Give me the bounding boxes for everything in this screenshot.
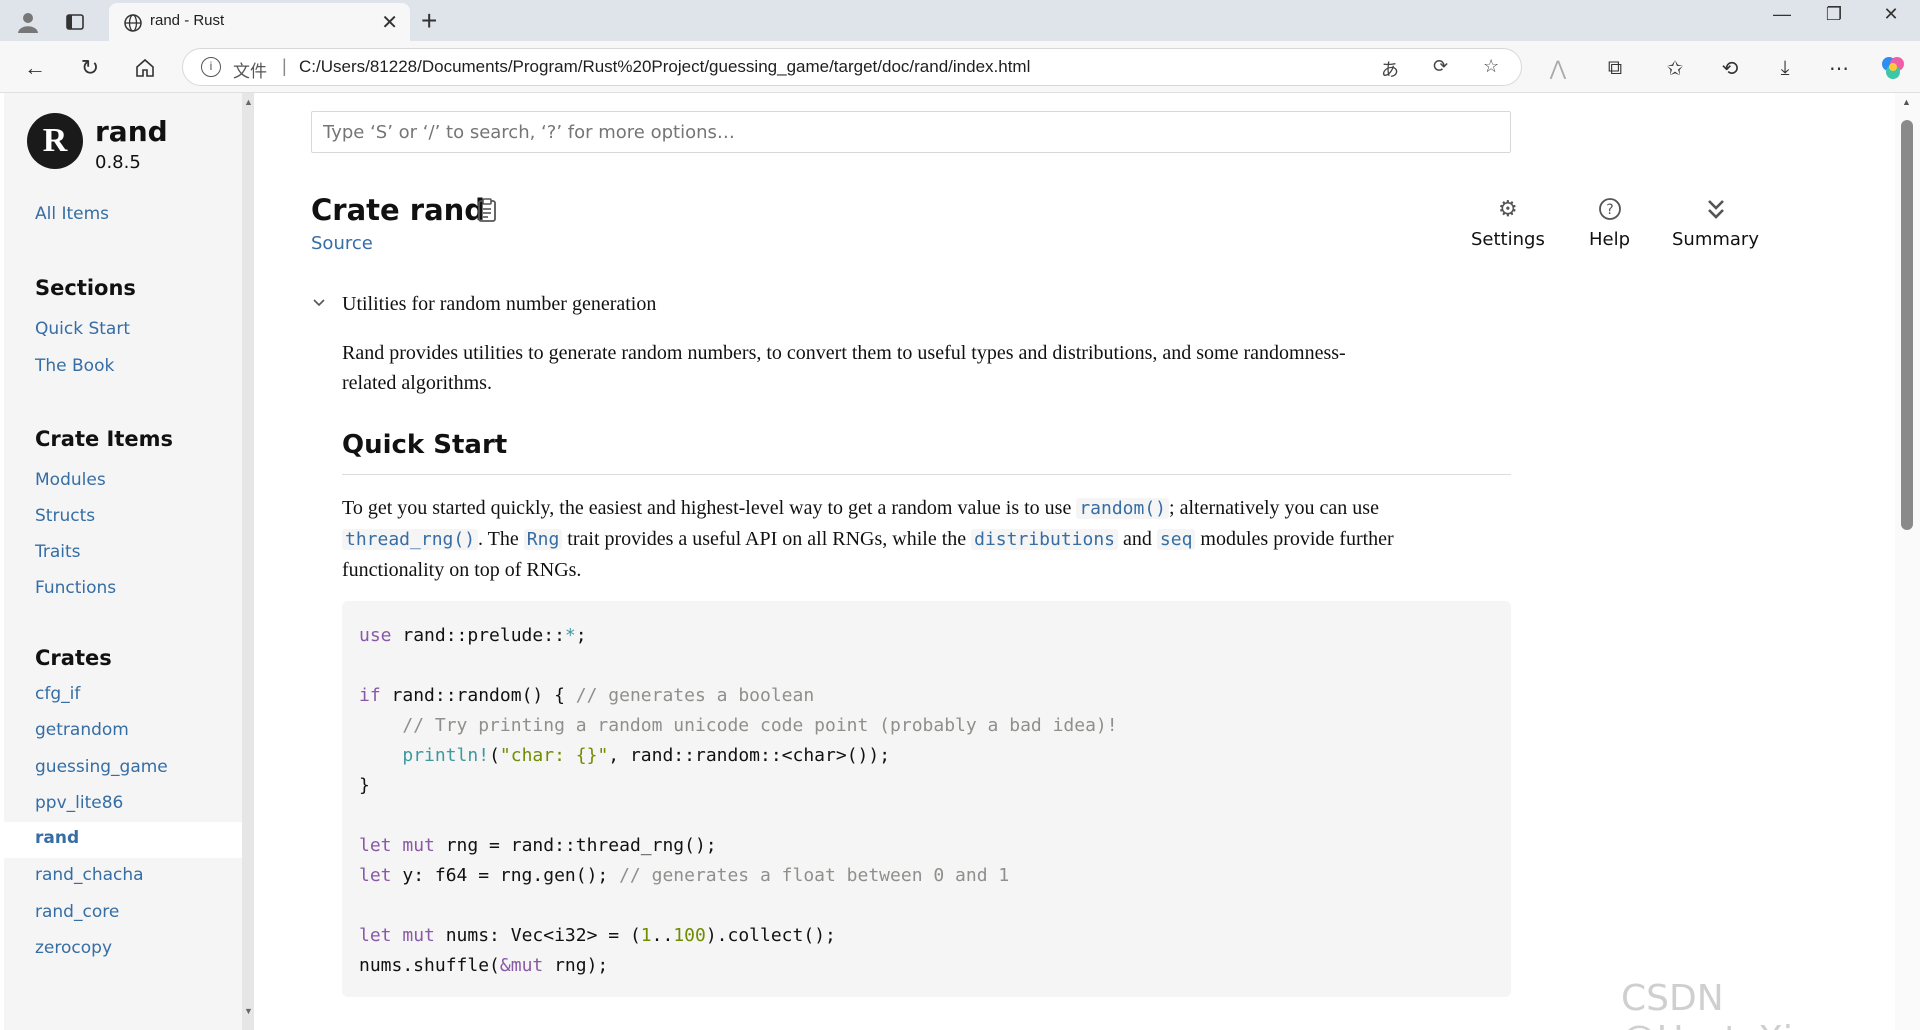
- intro-paragraph: Rand provides utilities to generate rand…: [342, 338, 1512, 398]
- favorite-star-icon[interactable]: ☆: [1483, 56, 1499, 77]
- browser-titlebar: rand - Rust ✕ + — ❐ ✕: [0, 0, 1920, 41]
- sidebar-crate-rand-label: rand: [35, 828, 80, 848]
- qs-text-1: To get you started quickly, the easiest …: [342, 497, 1077, 519]
- active-tab[interactable]: rand - Rust ✕: [109, 3, 410, 41]
- link-seq[interactable]: seq: [1156, 529, 1196, 550]
- double-chevron-down-icon: [1672, 197, 1759, 221]
- qs-text-7: functionality on top of RNGs.: [342, 559, 582, 581]
- info-icon[interactable]: i: [201, 57, 221, 77]
- code-example[interactable]: use rand::prelude::*; if rand::random() …: [342, 601, 1511, 997]
- gear-icon: ⚙: [1498, 197, 1518, 222]
- link-thread-rng[interactable]: thread_rng(): [342, 529, 479, 550]
- crate-summary: Utilities for random number generation: [342, 293, 657, 315]
- quick-start-heading[interactable]: Quick Start: [342, 430, 507, 460]
- intro-line-1: Rand provides utilities to generate rand…: [342, 342, 1346, 364]
- copilot-icon[interactable]: [1878, 53, 1908, 83]
- address-url[interactable]: C:/Users/81228/Documents/Program/Rust%20…: [299, 57, 1030, 77]
- sidebar-crate-getrandom[interactable]: getrandom: [35, 720, 129, 740]
- profile-icon[interactable]: [14, 8, 42, 36]
- qs-text-5: and: [1118, 528, 1157, 550]
- refresh-icon[interactable]: ↻: [75, 53, 105, 83]
- minimize-icon[interactable]: —: [1762, 4, 1802, 25]
- help-label: Help: [1589, 229, 1631, 250]
- intro-line-2: related algorithms.: [342, 372, 492, 394]
- summary-button[interactable]: Summary: [1672, 197, 1759, 250]
- sidebar-crate-rand-current[interactable]: rand: [4, 822, 242, 858]
- refresh-page-icon[interactable]: ⟳: [1433, 56, 1448, 77]
- watermark: CSDN @UestcXiye: [1621, 978, 1836, 1030]
- rust-logo-letter: R: [42, 122, 68, 159]
- qs-text-3: . The: [478, 528, 524, 550]
- sidebar-crate-items-heading[interactable]: Crate Items: [35, 427, 173, 451]
- sidebar-item-structs[interactable]: Structs: [35, 506, 95, 526]
- settings-label: Settings: [1471, 229, 1545, 250]
- browser-toolbar: ← ↻ i 文件 | C:/Users/81228/Documents/Prog…: [0, 41, 1920, 93]
- qs-text-6: modules provide further: [1195, 528, 1394, 550]
- help-button[interactable]: ? Help: [1589, 197, 1630, 250]
- search-input[interactable]: [311, 111, 1511, 153]
- link-distributions[interactable]: distributions: [971, 529, 1119, 550]
- back-icon[interactable]: ←: [20, 53, 50, 83]
- sidebar-item-traits[interactable]: Traits: [35, 542, 81, 562]
- rust-logo[interactable]: R: [27, 113, 83, 169]
- sidebar-crate-guessing-game[interactable]: guessing_game: [35, 757, 168, 777]
- sidebar-crate-version: 0.8.5: [95, 152, 141, 173]
- collapse-toggle-icon[interactable]: [311, 295, 327, 316]
- link-rng[interactable]: Rng: [523, 529, 563, 550]
- address-bar[interactable]: i 文件 | C:/Users/81228/Documents/Program/…: [182, 48, 1522, 86]
- main-scroll-up-icon[interactable]: ▲: [1902, 97, 1911, 107]
- doc-sidebar: R rand 0.8.5 All Items Sections Quick St…: [4, 93, 242, 1030]
- summary-label: Summary: [1672, 229, 1759, 250]
- tab-actions-icon[interactable]: [61, 8, 89, 36]
- sidebar-item-quick-start[interactable]: Quick Start: [35, 319, 130, 339]
- help-icon: ?: [1589, 197, 1630, 221]
- sidebar-item-functions[interactable]: Functions: [35, 578, 116, 598]
- sidebar-crate-ppv-lite86[interactable]: ppv_lite86: [35, 793, 123, 813]
- sidebar-item-modules[interactable]: Modules: [35, 470, 106, 490]
- sidebar-all-items[interactable]: All Items: [35, 204, 109, 224]
- restore-icon[interactable]: ❐: [1814, 4, 1854, 25]
- main-scroll-thumb[interactable]: [1901, 120, 1913, 530]
- source-link[interactable]: Source: [311, 233, 373, 254]
- more-icon[interactable]: ⋯: [1824, 53, 1854, 83]
- link-random[interactable]: random(): [1076, 498, 1170, 519]
- doc-main: Crate rand Source ⚙ Settings ? Help Summ…: [254, 93, 1900, 1030]
- sidebar-crate-name[interactable]: rand: [95, 115, 168, 148]
- downloads-icon[interactable]: ⤓: [1770, 53, 1800, 83]
- heading-divider: [342, 474, 1511, 475]
- extensions-icon[interactable]: ⧉: [1600, 53, 1630, 83]
- close-tab-icon[interactable]: ✕: [381, 10, 398, 35]
- history-icon[interactable]: ⟲: [1715, 53, 1745, 83]
- home-icon[interactable]: [130, 53, 160, 83]
- qs-text-2: ; alternatively you can use: [1169, 497, 1379, 519]
- sidebar-item-the-book[interactable]: The Book: [35, 356, 114, 376]
- favorites-icon[interactable]: ✩: [1660, 53, 1690, 83]
- svg-text:?: ?: [1606, 202, 1613, 218]
- sidebar-scrollbar[interactable]: ▲ ▼: [242, 93, 254, 1030]
- page-title: Crate rand: [311, 193, 486, 227]
- browser-essentials-icon[interactable]: ⋀: [1543, 53, 1573, 83]
- new-tab-icon[interactable]: +: [421, 5, 437, 37]
- sidebar-crate-rand-chacha[interactable]: rand_chacha: [35, 865, 144, 885]
- window-close-icon[interactable]: ✕: [1871, 4, 1911, 25]
- qs-text-4: trait provides a useful API on all RNGs,…: [562, 528, 972, 550]
- quick-start-paragraph: To get you started quickly, the easiest …: [342, 493, 1512, 585]
- sidebar-crate-rand-core[interactable]: rand_core: [35, 902, 119, 922]
- settings-button[interactable]: ⚙ Settings: [1471, 197, 1545, 250]
- sidebar-sections-heading[interactable]: Sections: [35, 276, 136, 300]
- scroll-up-arrow-icon[interactable]: ▲: [244, 97, 253, 107]
- globe-icon: [124, 14, 142, 32]
- address-label: 文件: [233, 62, 267, 81]
- address-separator: |: [282, 56, 287, 76]
- sidebar-crates-heading[interactable]: Crates: [35, 646, 112, 670]
- sidebar-crate-cfg-if[interactable]: cfg_if: [35, 684, 80, 704]
- copy-path-icon[interactable]: [476, 197, 500, 225]
- read-aloud-icon[interactable]: あ: [1381, 56, 1399, 82]
- main-scrollbar[interactable]: ▲: [1895, 93, 1920, 1030]
- tab-title: rand - Rust: [150, 12, 225, 29]
- sidebar-crate-zerocopy[interactable]: zerocopy: [35, 938, 112, 958]
- scroll-down-arrow-icon[interactable]: ▼: [244, 1006, 253, 1016]
